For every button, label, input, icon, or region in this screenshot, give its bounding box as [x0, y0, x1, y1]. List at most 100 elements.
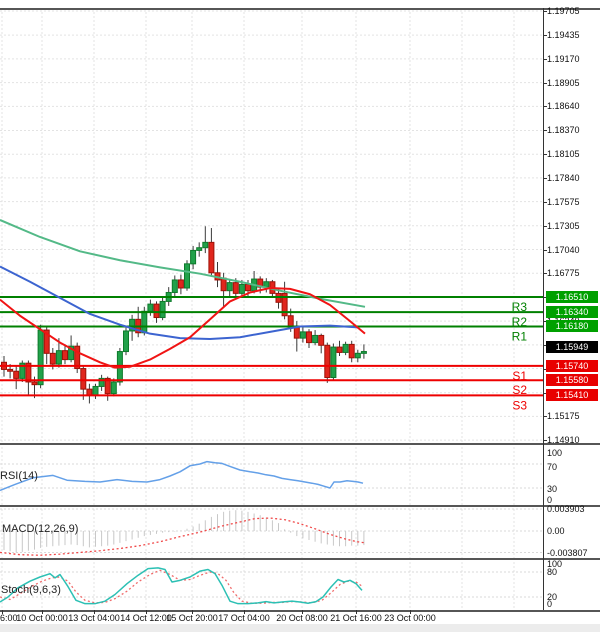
candles	[2, 226, 367, 403]
candle-up	[343, 344, 348, 352]
candle-up	[56, 351, 61, 364]
resistance-badge-R1: 1.16180	[546, 320, 598, 332]
stoch-label: Stoch(9,6,3)	[1, 584, 61, 596]
resistance-label-R3: R3	[512, 300, 528, 314]
candle-down	[32, 382, 37, 385]
price-axis-label: 1.17840	[547, 173, 580, 183]
resistance-label-R1: R1	[512, 329, 528, 343]
candle-down	[288, 316, 293, 327]
rsi-axis-label: 100	[547, 448, 562, 458]
macd-label: MACD(12,26,9)	[2, 523, 78, 535]
price-axis-label: 1.18105	[547, 149, 580, 159]
price-axis-tick	[543, 106, 547, 107]
time-axis-label: 21 Oct 16:00	[330, 613, 382, 623]
price-axis-tick	[543, 416, 547, 417]
time-axis-label: 10 Oct 00:00	[16, 613, 68, 623]
resistance-badge-R2: 1.16340	[546, 306, 598, 318]
candle-up	[331, 347, 336, 377]
candle-down	[319, 335, 324, 345]
candle-up	[172, 280, 177, 293]
support-label-S3: S3	[512, 398, 527, 412]
candle-down	[50, 353, 55, 364]
time-axis-tick	[356, 610, 357, 614]
time-axis-label: 14 Oct 12:00	[120, 613, 172, 623]
time-axis-tick	[94, 610, 95, 614]
panel-separator-top	[0, 8, 600, 10]
candle-up	[185, 264, 190, 288]
time-axis-label: 15 Oct 20:00	[166, 613, 218, 623]
candle-up	[148, 304, 153, 311]
macd-axis-label: -0.003807	[547, 548, 588, 558]
price-axis-tick	[543, 250, 547, 251]
vertical-gridlines	[2, 443, 514, 505]
candle-down	[81, 369, 86, 390]
time-axis-label: 23 Oct 00:00	[384, 613, 436, 623]
candle-down	[63, 351, 68, 360]
rsi-panel	[0, 443, 543, 505]
price-axis-tick	[543, 59, 547, 60]
rsi-axis-label: 70	[547, 462, 557, 472]
time-axis-label: 6:00	[0, 613, 18, 623]
price-axis-tick	[543, 226, 547, 227]
candle-up	[38, 330, 43, 385]
price-axis-tick	[543, 11, 547, 12]
support-resistance-lines	[0, 297, 543, 395]
candle-down	[337, 347, 342, 352]
price-axis-label: 1.19170	[547, 54, 580, 64]
candle-up	[160, 301, 165, 317]
price-axis-label: 1.16775	[547, 268, 580, 278]
panel-separator-bottom	[0, 610, 600, 612]
time-axis-tick	[42, 610, 43, 614]
price-axis-label: 1.19435	[547, 30, 580, 40]
candle-up	[203, 242, 208, 247]
macd-axis-label: 0.00	[547, 526, 565, 536]
price-axis-label: 1.17575	[547, 197, 580, 207]
ma-mid-line	[0, 267, 358, 339]
panel-separator-stoch	[0, 558, 600, 560]
stoch-axis-label: 0	[547, 599, 552, 609]
time-axis-tick	[2, 610, 3, 614]
candle-up	[111, 382, 116, 394]
stochastic-panel	[0, 558, 543, 612]
rsi-label: RSI(14)	[0, 470, 38, 482]
candle-down	[221, 278, 226, 291]
price-axis-label: 1.19705	[547, 6, 580, 16]
candle-up	[191, 250, 196, 263]
candle-down	[349, 344, 354, 357]
price-axis-tick	[543, 35, 547, 36]
candle-down	[209, 242, 214, 272]
candle-up	[124, 331, 129, 352]
candle-up	[361, 352, 366, 354]
price-axis-tick	[543, 130, 547, 131]
candle-up	[197, 248, 202, 251]
price-axis-tick	[543, 273, 547, 274]
support-badge-S2: 1.15580	[546, 374, 598, 386]
candle-up	[355, 353, 360, 357]
time-axis-tick	[302, 610, 303, 614]
macd-axis-label: 0.003903	[547, 504, 585, 514]
price-panel: R3R2R1S1S2S3	[0, 8, 543, 443]
resistance-label-R2: R2	[512, 315, 528, 329]
price-axis-label: 1.18640	[547, 101, 580, 111]
candle-up	[300, 332, 305, 338]
time-axis-label: 20 Oct 08:00	[276, 613, 328, 623]
candle-down	[233, 283, 238, 294]
resistance-badge-R3: 1.16510	[546, 291, 598, 303]
panel-separator-macd	[0, 505, 600, 507]
support-label-S2: S2	[512, 383, 527, 397]
candle-down	[154, 304, 159, 317]
candle-up	[239, 284, 244, 293]
vertical-gridlines	[2, 558, 514, 612]
macd-panel	[0, 505, 543, 558]
support-badge-S3: 1.15410	[546, 389, 598, 401]
price-axis-line	[543, 8, 544, 610]
candle-up	[93, 386, 98, 395]
price-axis-label: 1.17040	[547, 245, 580, 255]
time-axis-tick	[410, 610, 411, 614]
panel-separator-rsi	[0, 443, 600, 445]
candle-down	[14, 371, 19, 378]
price-axis-label: 1.18905	[547, 78, 580, 88]
forex-candlestick-chart: R3R2R1S1S2S3 1.19705 1.19435 1.19170 1.1890…	[0, 0, 600, 632]
rsi-line	[0, 462, 363, 491]
price-axis-label: 1.14910	[547, 435, 580, 445]
